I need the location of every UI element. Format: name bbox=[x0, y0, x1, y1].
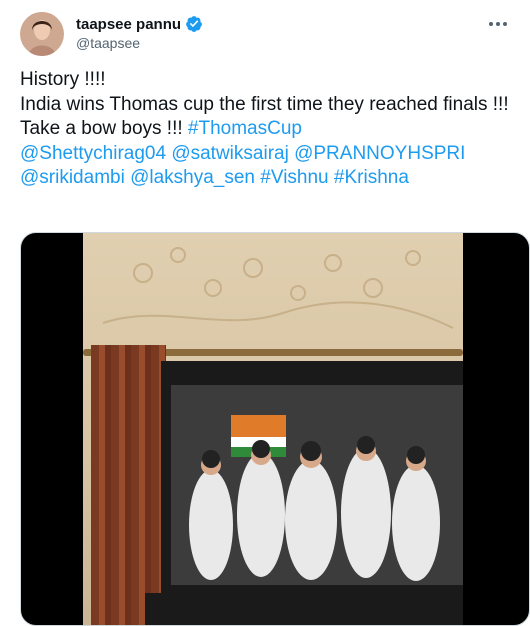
display-name[interactable]: taapsee pannu bbox=[76, 16, 181, 33]
avatar[interactable] bbox=[20, 12, 64, 56]
tweet-text-segment: Take a bow boys !!! bbox=[20, 118, 188, 139]
name-row: taapsee pannu bbox=[76, 14, 203, 34]
tweet-text-line: @srikidambi @lakshya_sen #Vishnu #Krishn… bbox=[20, 166, 515, 191]
mention-link[interactable]: @Shettychirag04 bbox=[20, 143, 166, 164]
tweet: taapsee pannu @taapsee History !!!! India… bbox=[0, 0, 530, 626]
hashtag-link[interactable]: #ThomasCup bbox=[188, 118, 302, 139]
tweet-text-line: @Shettychirag04 @satwiksairaj @PRANNOYHS… bbox=[20, 142, 515, 167]
hashtag-link[interactable]: #Vishnu bbox=[260, 167, 328, 188]
mention-link[interactable]: @PRANNOYHSPRI bbox=[294, 143, 465, 164]
tweet-media-video[interactable] bbox=[20, 232, 530, 626]
tweet-text-line: India wins Thomas cup the first time the… bbox=[20, 93, 515, 118]
tweet-text-segment: India wins Thomas cup the first time the… bbox=[20, 93, 509, 115]
tweet-text-line: Take a bow boys !!! #ThomasCup bbox=[20, 117, 515, 142]
video-frame bbox=[83, 233, 463, 625]
hashtag-link[interactable]: #Krishna bbox=[334, 167, 409, 188]
tweet-text: History !!!! India wins Thomas cup the fi… bbox=[20, 68, 515, 191]
tv-stand bbox=[145, 593, 463, 625]
user-handle[interactable]: @taapsee bbox=[76, 35, 203, 51]
tweet-text-line: History !!!! bbox=[20, 68, 515, 93]
more-options-icon[interactable] bbox=[486, 12, 510, 36]
tv-screen bbox=[171, 385, 463, 585]
wall-pattern bbox=[102, 247, 454, 329]
verified-badge-icon bbox=[185, 15, 203, 33]
mention-link[interactable]: @srikidambi bbox=[20, 167, 125, 188]
curtain bbox=[91, 345, 166, 625]
mention-link[interactable]: @lakshya_sen bbox=[130, 167, 255, 188]
tweet-header: taapsee pannu @taapsee bbox=[20, 12, 510, 56]
mention-link[interactable]: @satwiksairaj bbox=[171, 143, 288, 164]
tweet-text-segment: History !!!! bbox=[20, 69, 106, 90]
user-info: taapsee pannu @taapsee bbox=[76, 14, 203, 51]
